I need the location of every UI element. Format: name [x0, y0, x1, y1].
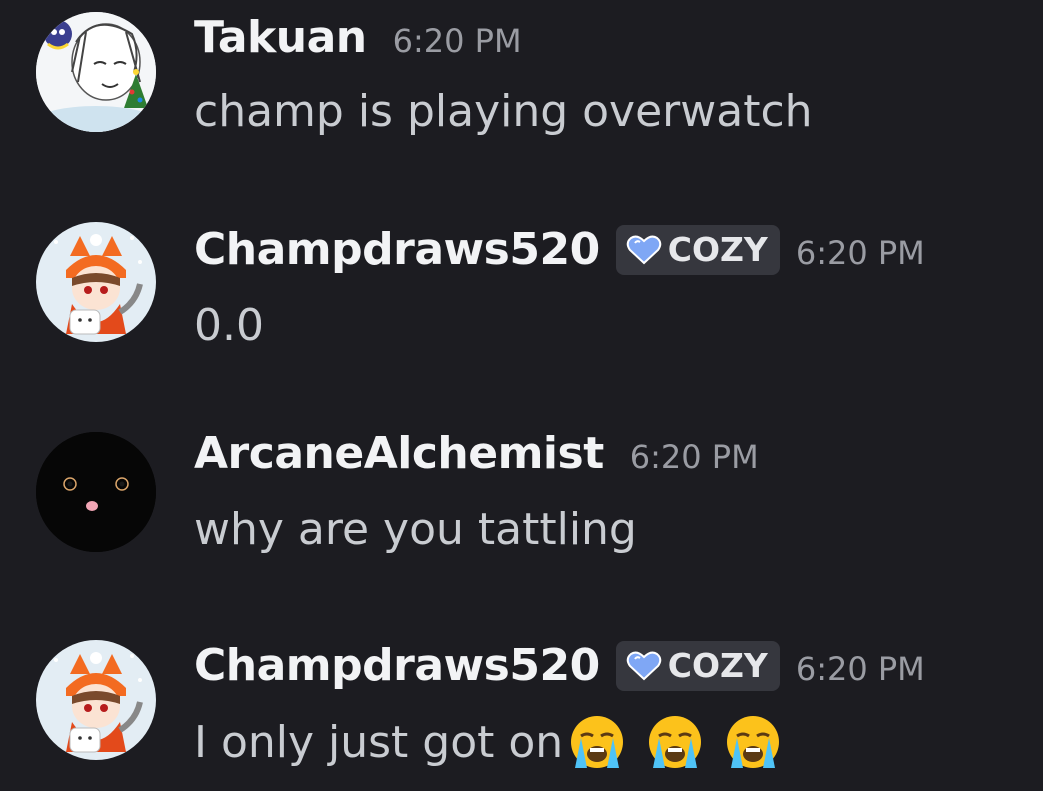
avatar-arcanealchemist[interactable] [36, 432, 156, 552]
username[interactable]: Champdraws520 [194, 224, 600, 275]
message-text: I only just got on [194, 712, 783, 772]
server-tag[interactable]: COZY [615, 224, 780, 275]
message: Champdraws520 COZY 6:20 PM 0.0 [0, 210, 1043, 380]
avatar-takuan[interactable] [36, 12, 156, 132]
message-header: Takuan 6:20 PM [194, 12, 522, 63]
timestamp[interactable]: 6:20 PM [796, 234, 925, 272]
heart-icon [626, 651, 661, 680]
message: ArcaneAlchemist 6:20 PM why are you tatt… [0, 420, 1043, 590]
avatar-champdraws520[interactable] [36, 640, 156, 760]
server-tag-label: COZY [667, 230, 768, 269]
message-text-content: champ is playing overwatch [194, 86, 813, 137]
message-text: 0.0 [194, 300, 264, 351]
message-text: why are you tattling [194, 504, 637, 555]
loudly-crying-face-icon[interactable] [645, 712, 705, 772]
timestamp[interactable]: 6:20 PM [630, 438, 759, 476]
message-header: ArcaneAlchemist 6:20 PM [194, 428, 759, 479]
server-tag[interactable]: COZY [615, 640, 780, 691]
avatar-image [36, 12, 156, 132]
avatar-image [36, 222, 156, 342]
message-text-content: 0.0 [194, 300, 264, 351]
message-header: Champdraws520 COZY 6:20 PM [194, 640, 925, 691]
timestamp[interactable]: 6:20 PM [393, 22, 522, 60]
message-header: Champdraws520 COZY 6:20 PM [194, 224, 925, 275]
username[interactable]: ArcaneAlchemist [194, 428, 604, 479]
loudly-crying-face-icon[interactable] [723, 712, 783, 772]
avatar-champdraws520[interactable] [36, 222, 156, 342]
server-tag-label: COZY [667, 646, 768, 685]
avatar-image [36, 432, 156, 552]
message-text-content: I only just got on [194, 716, 564, 768]
message-text-content: why are you tattling [194, 504, 637, 555]
username[interactable]: Champdraws520 [194, 640, 600, 691]
avatar-image [36, 640, 156, 760]
heart-icon [626, 235, 661, 264]
timestamp[interactable]: 6:20 PM [796, 650, 925, 688]
message-text: champ is playing overwatch [194, 86, 813, 137]
message: Takuan 6:20 PM champ is playing overwatc… [0, 0, 1043, 190]
message: Champdraws520 COZY 6:20 PM I only just g… [0, 628, 1043, 791]
loudly-crying-face-icon[interactable] [567, 712, 627, 772]
username[interactable]: Takuan [194, 12, 367, 63]
